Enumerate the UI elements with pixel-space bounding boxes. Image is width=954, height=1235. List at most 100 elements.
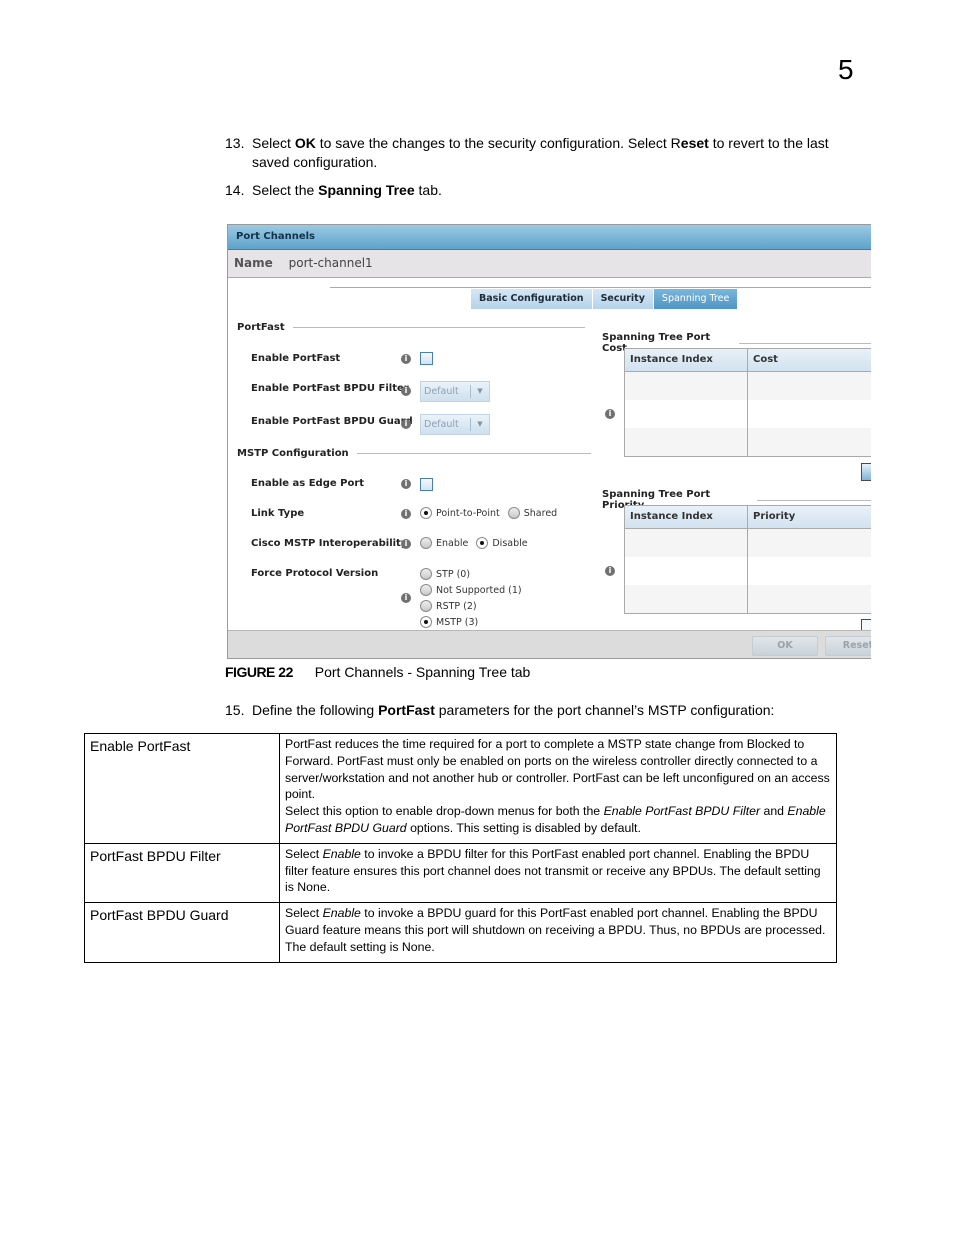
table-row: PortFast BPDU Guard Select Enable to invo… xyxy=(84,902,837,963)
table-row xyxy=(625,557,871,585)
bpdu-guard-select[interactable]: Default ▼ xyxy=(420,414,490,435)
table-row: Enable PortFast PortFast reduces the time… xyxy=(84,733,837,844)
section-rule xyxy=(738,342,871,344)
edge-port-checkbox[interactable] xyxy=(420,478,433,491)
text-run: to save the changes to the security conf… xyxy=(315,135,681,151)
emphasis: Enable PortFast BPDU Filter xyxy=(603,804,761,819)
step-15: 15. Define the following PortFast paramet… xyxy=(225,701,865,720)
info-icon[interactable]: i xyxy=(605,409,615,419)
info-icon[interactable]: i xyxy=(401,479,411,489)
ui-term: eset xyxy=(680,135,709,151)
reset-button[interactable]: Reset xyxy=(825,636,871,656)
radio-rstp[interactable]: RSTP (2) xyxy=(420,598,522,614)
text-run: to invoke a BPDU guard for this PortFast… xyxy=(285,906,826,954)
column-header-priority[interactable]: Priority xyxy=(748,506,795,528)
text-run: Select the xyxy=(252,182,319,198)
description-paragraph: Select this option to enable drop-down m… xyxy=(285,803,831,837)
info-icon[interactable]: i xyxy=(605,566,615,576)
table-row xyxy=(625,529,871,557)
info-icon[interactable]: i xyxy=(401,419,411,429)
table-header: Instance Index Priority xyxy=(625,506,871,529)
radio-button[interactable] xyxy=(476,537,489,549)
table-row xyxy=(625,585,871,613)
text-run: Select xyxy=(285,906,323,921)
parameter-description-table: Enable PortFast PortFast reduces the time… xyxy=(84,733,837,963)
ok-button[interactable]: OK xyxy=(752,636,818,656)
table-row xyxy=(625,400,871,428)
text-run: Define the following xyxy=(252,702,379,718)
radio-label: Disable xyxy=(492,537,528,549)
tab-bar: Basic Configuration Security Spanning Tr… xyxy=(471,289,739,309)
step-text: Select the Spanning Tree tab. xyxy=(252,182,442,198)
parameter-description: Select Enable to invoke a BPDU guard for… xyxy=(279,902,837,963)
parameter-name: PortFast BPDU Guard xyxy=(84,902,280,963)
parameter-name: Enable PortFast xyxy=(84,733,280,844)
text-run: Select xyxy=(252,135,295,151)
radio-stp[interactable]: STP (0) xyxy=(420,566,522,582)
text-run: PortFast reduces the time required for a… xyxy=(285,737,830,802)
name-label: Name xyxy=(234,256,273,270)
radio-mstp[interactable]: MSTP (3) xyxy=(420,614,522,630)
radio-label: MSTP (3) xyxy=(436,616,479,628)
info-icon[interactable]: i xyxy=(401,386,411,396)
radio-button[interactable] xyxy=(420,537,432,549)
text-run: options. This setting is disabled by def… xyxy=(406,820,641,835)
step-continuation: saved configuration. xyxy=(252,154,378,170)
radio-button[interactable] xyxy=(420,600,432,612)
table-row: PortFast BPDU Filter Select Enable to inv… xyxy=(84,842,837,904)
radio-disable[interactable]: Disable xyxy=(476,537,528,549)
info-icon[interactable]: i xyxy=(401,593,411,603)
column-header-cost[interactable]: Cost xyxy=(748,349,778,371)
chapter-number: 5 xyxy=(838,54,854,85)
text-run: parameters for the port channel’s MSTP c… xyxy=(434,702,775,718)
figure-label: FIGURE 22 xyxy=(225,664,293,680)
info-icon[interactable]: i xyxy=(401,539,411,549)
radio-enable[interactable]: Enable xyxy=(420,537,468,549)
tab-divider xyxy=(330,287,871,288)
portfast-section-header: PortFast xyxy=(237,322,585,333)
radio-button[interactable] xyxy=(420,616,432,628)
emphasis: Enable xyxy=(322,846,361,861)
force-protocol-label: Force Protocol Version xyxy=(251,568,379,579)
radio-button[interactable] xyxy=(507,507,520,519)
chevron-down-icon: ▼ xyxy=(470,385,489,398)
step-text: Select OK to save the changes to the sec… xyxy=(252,135,829,151)
info-icon[interactable]: i xyxy=(401,354,411,364)
dialog-title: Port Channels xyxy=(228,225,871,250)
description-paragraph: Select Enable to invoke a BPDU filter fo… xyxy=(285,846,831,896)
figure-title: Port Channels - Spanning Tree tab xyxy=(314,664,531,680)
bpdu-filter-select[interactable]: Default ▼ xyxy=(420,381,490,402)
figure-caption: FIGURE 22 Port Channels - Spanning Tree … xyxy=(225,664,530,680)
text-run: and xyxy=(760,804,788,819)
ui-term: PortFast xyxy=(378,702,435,718)
radio-point-to-point[interactable]: Point-to-Point xyxy=(420,507,500,519)
enable-portfast-checkbox[interactable] xyxy=(420,352,433,365)
emphasis: Enable xyxy=(322,906,361,921)
tab-security[interactable]: Security xyxy=(592,289,654,309)
radio-button[interactable] xyxy=(420,568,432,580)
radio-button[interactable] xyxy=(420,507,432,519)
add-row-button[interactable] xyxy=(861,463,871,481)
tab-spanning-tree[interactable]: Spanning Tree xyxy=(653,289,739,309)
select-value: Default xyxy=(424,386,459,397)
radio-label: STP (0) xyxy=(436,568,471,580)
name-value: port-channel1 xyxy=(288,256,373,270)
description-paragraph: Select Enable to invoke a BPDU guard for… xyxy=(285,905,831,955)
step-number: 15. xyxy=(225,702,245,718)
section-title: PortFast xyxy=(237,322,285,333)
radio-button[interactable] xyxy=(420,584,432,596)
radio-not-supported[interactable]: Not Supported (1) xyxy=(420,582,522,598)
chevron-down-icon: ▼ xyxy=(470,418,489,431)
info-icon[interactable]: i xyxy=(401,509,411,519)
radio-label: Point-to-Point xyxy=(436,507,500,519)
text-run: Select xyxy=(285,846,323,861)
radio-shared[interactable]: Shared xyxy=(507,507,557,519)
column-header-instance-index[interactable]: Instance Index xyxy=(625,506,748,528)
column-header-instance-index[interactable]: Instance Index xyxy=(625,349,748,371)
link-type-radio-group: Point-to-Point Shared xyxy=(420,507,565,519)
bpdu-guard-label: Enable PortFast BPDU Guard xyxy=(251,416,413,427)
parameter-description: PortFast reduces the time required for a… xyxy=(279,733,837,844)
tab-basic-configuration[interactable]: Basic Configuration xyxy=(471,289,593,309)
parameter-description: Select Enable to invoke a BPDU filter fo… xyxy=(279,842,837,904)
enable-portfast-label: Enable PortFast xyxy=(251,353,341,364)
